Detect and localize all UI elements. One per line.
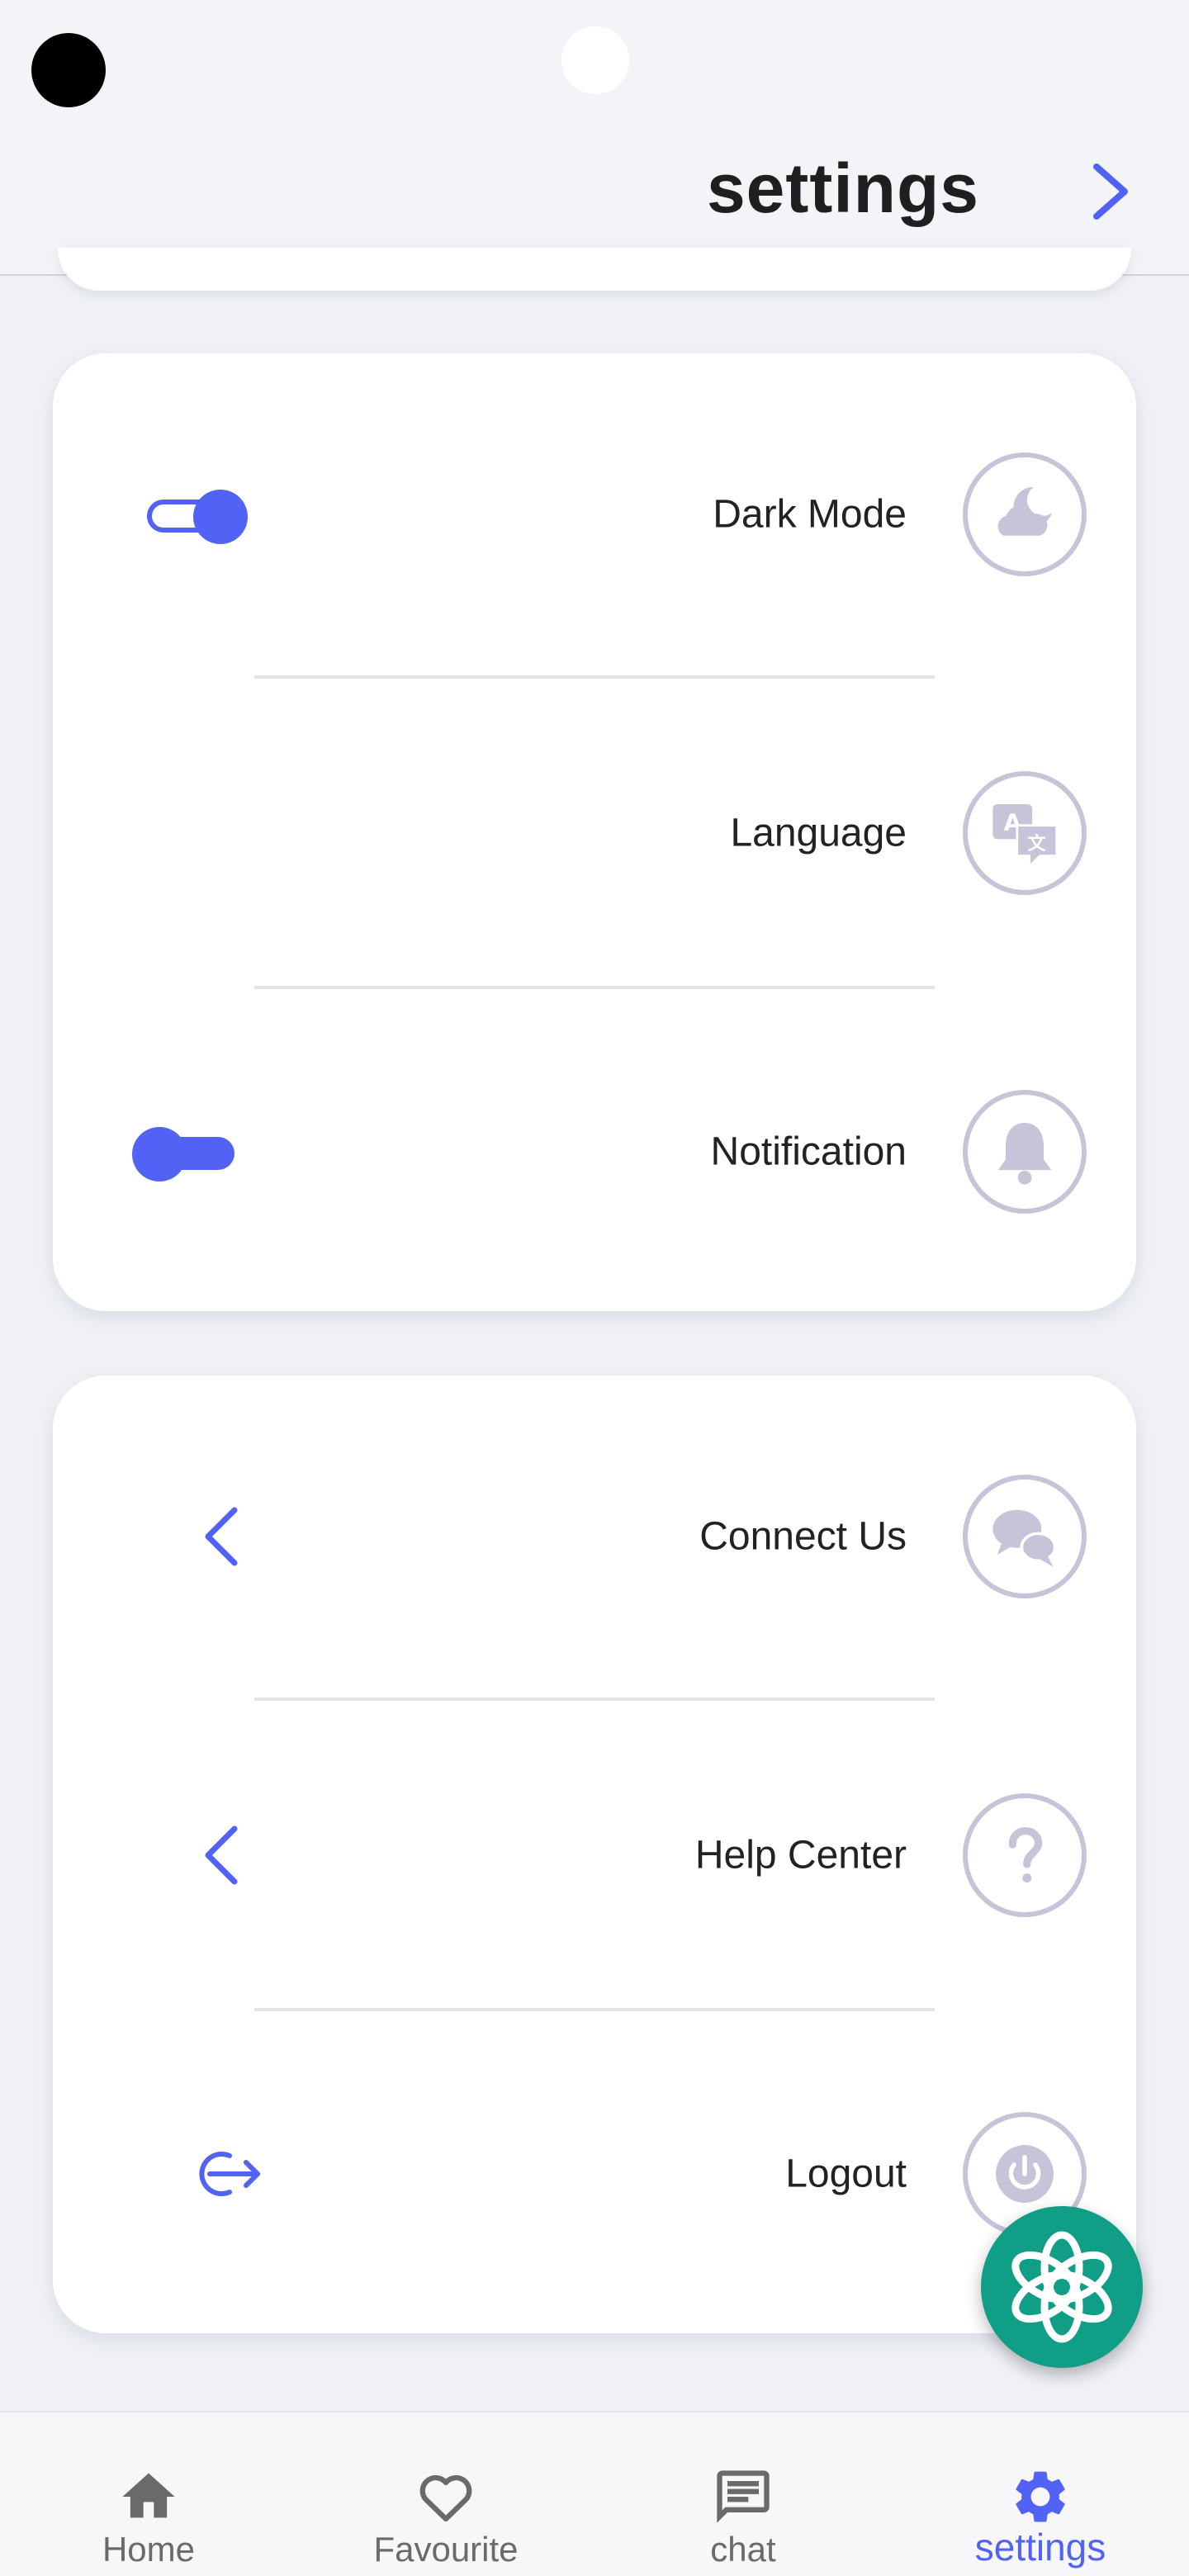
divider [254,986,935,989]
divider [254,1698,935,1701]
nav-label: Favourite [373,2530,519,2569]
chatgpt-icon [1011,2231,1112,2343]
nav-settings[interactable]: settings [892,2413,1189,2576]
connect-us-row[interactable]: Connect Us [53,1458,1136,1615]
language-label: Language [730,811,907,855]
translate-icon: A 文 [963,771,1087,895]
support-card: Connect Us Help Center Logout [53,1376,1136,2333]
status-indicator [561,26,629,94]
language-row[interactable]: Language A 文 [53,755,1136,912]
connect-us-label: Connect Us [699,1514,907,1559]
dark-mode-toggle[interactable] [142,483,251,546]
svg-text:文: 文 [1028,833,1047,855]
chat-bubbles-icon [963,1475,1087,1598]
moon-cloud-icon [963,452,1087,576]
nav-home[interactable]: Home [0,2413,297,2576]
help-center-label: Help Center [694,1833,907,1878]
chevron-left-icon [205,1507,238,1566]
gear-icon [1016,2471,1065,2522]
help-center-row[interactable]: Help Center [53,1777,1136,1934]
home-icon [122,2473,175,2518]
dark-mode-label: Dark Mode [713,492,907,537]
notification-row[interactable]: Notification [53,1073,1136,1230]
app-header: settings [0,0,1189,276]
toggle-thumb [132,1127,187,1181]
nav-label: settings [974,2526,1106,2569]
chatgpt-fab[interactable] [981,2206,1143,2368]
notification-label: Notification [710,1129,907,1174]
heart-icon [419,2474,472,2522]
logout-row[interactable]: Logout [53,2095,1136,2252]
page-title: settings [706,149,979,227]
toggle-thumb [193,490,248,544]
chevron-left-icon [205,1825,238,1885]
nav-label: chat [710,2530,776,2569]
notification-toggle[interactable] [132,1120,241,1183]
previous-card-edge [58,248,1131,291]
chevron-right-icon[interactable] [1082,159,1139,225]
chat-icon [717,2470,770,2523]
logout-label: Logout [785,2152,907,2196]
divider [254,2008,935,2011]
divider [254,675,935,679]
camera-cutout [31,33,106,107]
logout-icon [199,2152,260,2196]
bottom-navigation: Home Favourite chat settings [0,2411,1189,2576]
nav-label: Home [102,2530,196,2569]
nav-favourite[interactable]: Favourite [297,2413,594,2576]
dark-mode-row[interactable]: Dark Mode [53,436,1136,593]
question-icon [963,1793,1087,1917]
bell-icon [963,1090,1087,1214]
preferences-card: Dark Mode Language A 文 Notification [53,353,1136,1311]
nav-chat[interactable]: chat [594,2413,892,2576]
